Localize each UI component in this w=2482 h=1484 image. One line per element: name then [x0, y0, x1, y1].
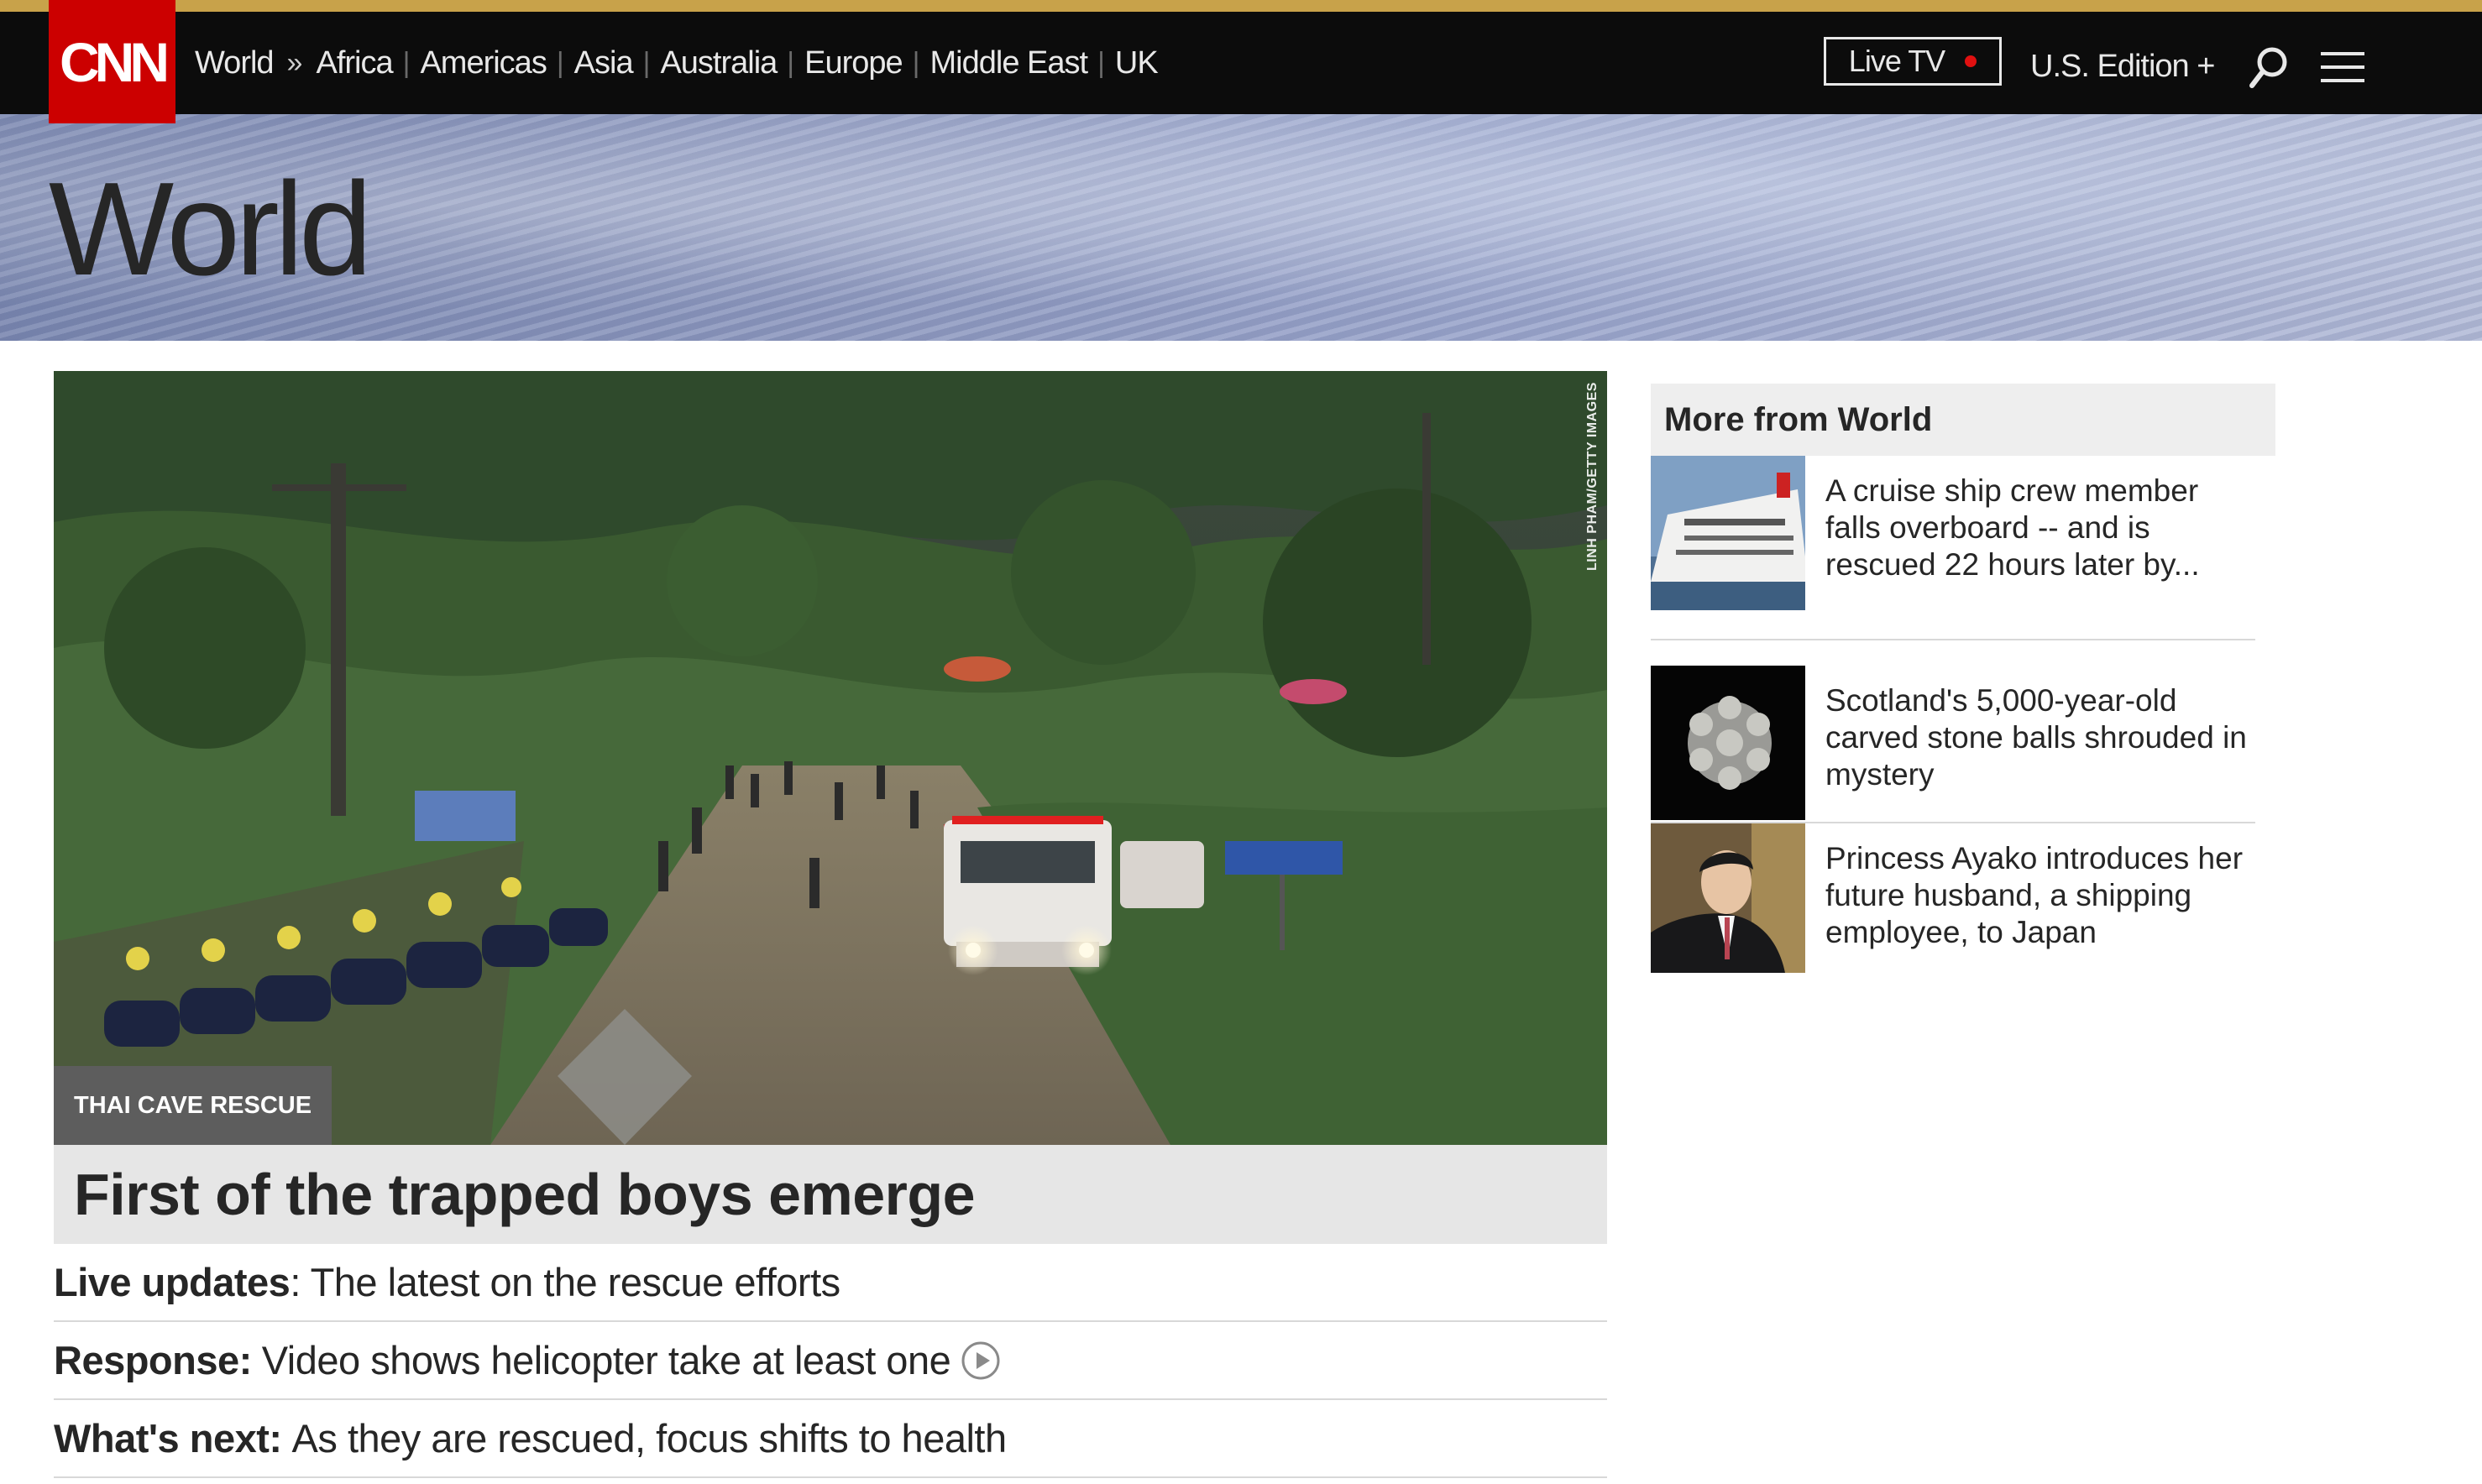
more-from-world: More from World A cruise ship crew membe…	[1651, 384, 2275, 991]
related-link-live-updates[interactable]: Live updates : The latest on the rescue …	[54, 1244, 1607, 1322]
nav-link-middle-east[interactable]: Middle East	[930, 45, 1089, 81]
live-tv-button[interactable]: Live TV	[1824, 37, 2002, 86]
related-link-whats-next[interactable]: What's next: As they are rescued, focus …	[54, 1400, 1607, 1478]
top-accent-line	[0, 0, 2482, 12]
chevron-icon: »	[286, 46, 303, 79]
nav-separator: |	[642, 46, 651, 79]
more-item-headline: Scotland's 5,000-year-old carved stone b…	[1825, 683, 2247, 792]
section-nav: World » Africa | Americas | Asia | Austr…	[195, 12, 1159, 114]
cnn-logo[interactable]: CNN	[49, 0, 175, 123]
related-link-label: Response:	[54, 1338, 252, 1382]
related-link-label: Live updates	[54, 1260, 291, 1304]
nav-link-europe[interactable]: Europe	[804, 45, 903, 81]
portrait-photo	[1651, 823, 1805, 973]
story-kicker[interactable]: THAI CAVE RESCUE	[54, 1066, 333, 1145]
nav-link-world[interactable]: World	[195, 45, 275, 81]
more-item-princess-ayako[interactable]: Princess Ayako introduces her future hus…	[1651, 823, 2275, 991]
live-indicator-dot	[1965, 55, 1977, 67]
search-icon[interactable]	[2245, 44, 2292, 91]
edition-selector[interactable]: U.S. Edition +	[2030, 49, 2215, 85]
hero-photo	[54, 371, 1607, 1145]
related-link-text: Video shows helicopter take at least one	[261, 1338, 951, 1382]
hero-headline[interactable]: First of the trapped boys emerge	[54, 1145, 1607, 1244]
section-banner: World	[0, 114, 2482, 341]
nav-link-australia[interactable]: Australia	[660, 45, 778, 81]
hero-image[interactable]	[54, 371, 1607, 1145]
nav-link-africa[interactable]: Africa	[316, 45, 393, 81]
photo-credit: LINH PHAM/GETTY IMAGES	[1585, 382, 1600, 571]
ambulance	[944, 816, 1112, 975]
hamburger-menu-icon[interactable]	[2319, 47, 2366, 87]
cruise-ship-photo	[1651, 456, 1805, 610]
related-link-text: : The latest on the rescue efforts	[290, 1260, 840, 1304]
top-navigation-bar: World » Africa | Americas | Asia | Austr…	[0, 12, 2482, 114]
live-tv-label: Live TV	[1848, 44, 1945, 78]
nav-separator: |	[402, 46, 411, 79]
more-item-headline: A cruise ship crew member falls overboar…	[1825, 473, 2200, 582]
carved-stone-ball-photo	[1651, 666, 1805, 820]
related-links: Live updates : The latest on the rescue …	[54, 1244, 1607, 1478]
nav-link-americas[interactable]: Americas	[420, 45, 547, 81]
more-item-cruise-ship[interactable]: A cruise ship crew member falls overboar…	[1651, 456, 2275, 639]
more-from-world-title: More from World	[1651, 384, 2275, 456]
related-link-label: What's next:	[54, 1416, 282, 1460]
play-video-icon	[961, 1341, 1000, 1379]
related-link-response[interactable]: Response: Video shows helicopter take at…	[54, 1322, 1607, 1400]
hero-headline-text: First of the trapped boys emerge	[74, 1162, 976, 1227]
nav-separator: |	[787, 46, 795, 79]
related-link-text: As they are rescued, focus shifts to hea…	[291, 1416, 1008, 1460]
nav-separator: |	[912, 46, 920, 79]
page-title: World	[49, 155, 373, 303]
nav-separator: |	[1097, 46, 1105, 79]
nav-separator: |	[556, 46, 564, 79]
cnn-logo-text: CNN	[60, 30, 170, 93]
nav-link-uk[interactable]: UK	[1115, 45, 1159, 81]
nav-link-asia[interactable]: Asia	[574, 45, 634, 81]
more-item-stone-balls[interactable]: Scotland's 5,000-year-old carved stone b…	[1651, 640, 2275, 822]
more-item-headline: Princess Ayako introduces her future hus…	[1825, 841, 2244, 949]
